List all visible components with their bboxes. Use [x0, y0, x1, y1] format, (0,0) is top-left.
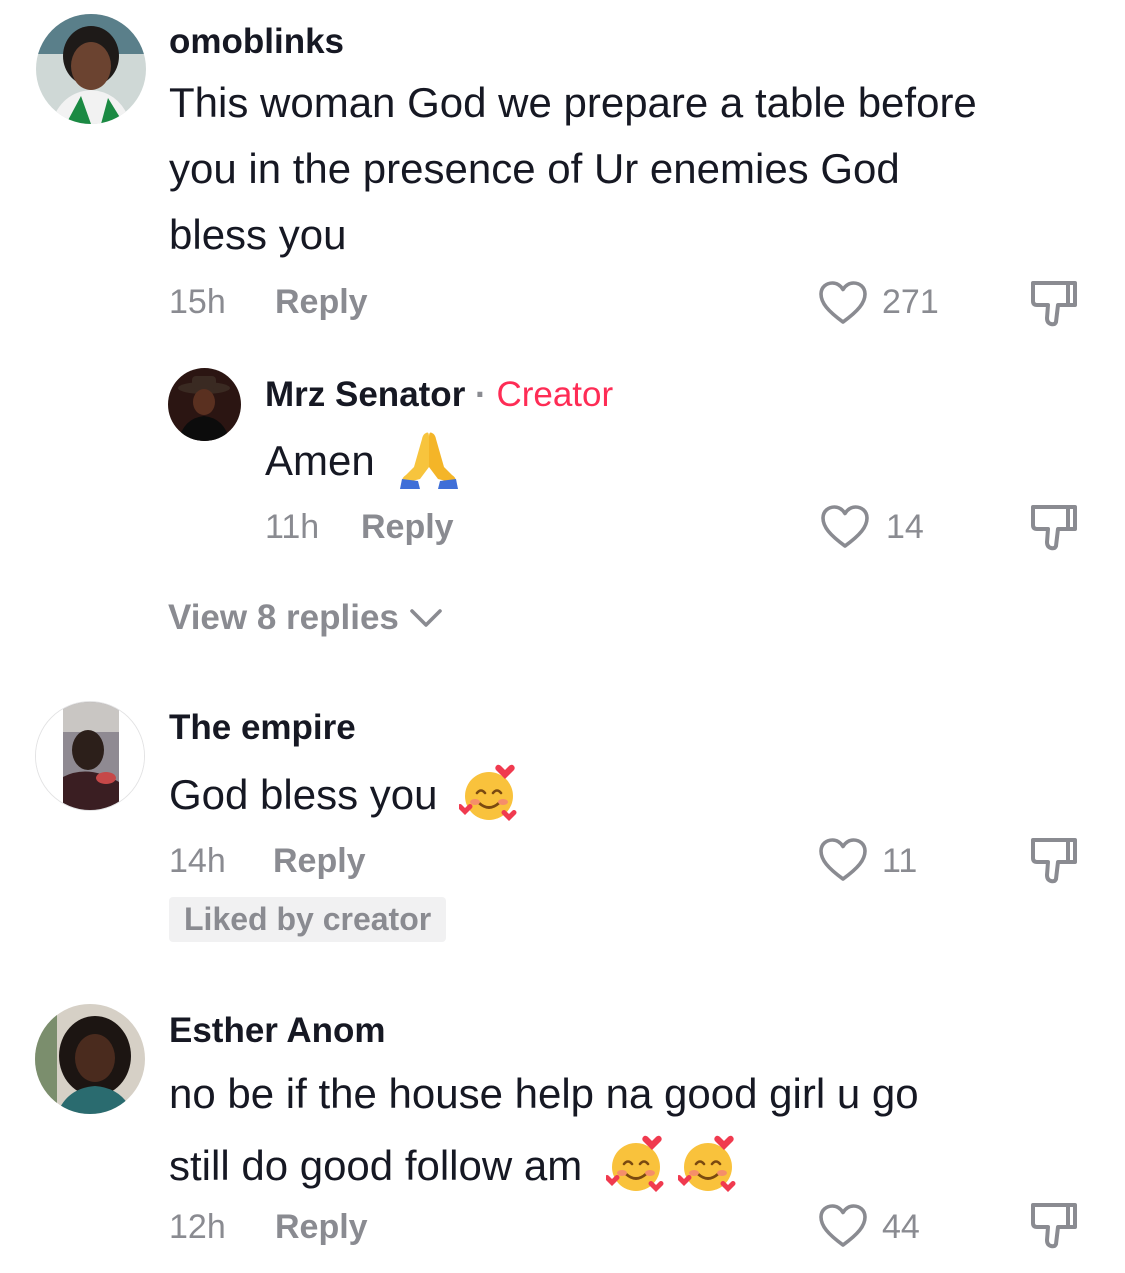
creator-badge: Creator — [496, 375, 614, 414]
comment-timestamp: 11h — [265, 508, 320, 546]
heart-icon[interactable] — [820, 504, 870, 550]
comment-timestamp: 14h — [169, 842, 226, 880]
chevron-down-icon — [410, 609, 442, 627]
like-count: 44 — [882, 1208, 920, 1246]
comment-text: Amen — [265, 428, 460, 494]
avatar[interactable] — [36, 14, 146, 124]
view-replies-button[interactable]: View 8 replies — [168, 598, 443, 638]
comment-text-line: Amen — [265, 437, 375, 484]
smiling-face-with-hearts-icon — [605, 1135, 664, 1192]
comment-username[interactable]: Esther Anom — [169, 1011, 386, 1051]
comment-timestamp: 12h — [169, 1208, 226, 1246]
reply-button[interactable]: Reply — [275, 283, 368, 322]
comment-text-line: God bless you — [169, 771, 438, 818]
comment-text: God bless you — [169, 762, 519, 828]
smiling-face-with-hearts-icon — [677, 1135, 736, 1192]
separator-dot: · — [475, 375, 487, 414]
comment-text: This woman God we prepare a table before… — [169, 70, 1109, 268]
comment-text-line-with-emoji: still do good follow am — [169, 1130, 1109, 1202]
folded-hands-icon — [400, 432, 459, 489]
like-count: 14 — [886, 508, 924, 546]
comment-username: Mrz Senator · Creator — [265, 375, 613, 415]
thumbs-down-icon[interactable] — [1028, 1200, 1080, 1250]
thumbs-down-icon[interactable] — [1028, 835, 1080, 885]
heart-icon[interactable] — [818, 837, 868, 883]
comment-text: no be if the house help na good girl u g… — [169, 1058, 1109, 1202]
avatar-person-photo-icon — [36, 702, 144, 810]
thumbs-down-icon[interactable] — [1028, 502, 1080, 552]
avatar[interactable] — [168, 368, 241, 441]
reply-button[interactable]: Reply — [273, 842, 366, 881]
comment-text-line: This woman God we prepare a table before — [169, 79, 977, 126]
comment-text-line: you in the presence of Ur enemies God — [169, 145, 900, 192]
view-replies-label: View 8 replies — [168, 598, 399, 637]
avatar-woman-hat-dark-icon — [168, 368, 241, 441]
reply-username[interactable]: Mrz Senator — [265, 375, 465, 414]
comment-text-line: bless you — [169, 211, 347, 258]
avatar-woman-green-outfit-icon — [36, 14, 146, 124]
liked-by-creator-badge: Liked by creator — [169, 897, 447, 942]
heart-icon[interactable] — [818, 1203, 868, 1249]
comment-username[interactable]: omoblinks — [169, 22, 344, 62]
avatar[interactable] — [35, 701, 145, 811]
comment-timestamp: 15h — [169, 283, 226, 321]
reply-button[interactable]: Reply — [361, 508, 454, 547]
heart-icon[interactable] — [818, 280, 868, 326]
comment-text-line: still do good follow am — [169, 1142, 583, 1189]
smiling-face-with-hearts-icon — [459, 764, 517, 821]
avatar-woman-curly-hair-icon — [35, 1004, 145, 1114]
reply-button[interactable]: Reply — [275, 1208, 368, 1247]
thumbs-down-icon[interactable] — [1028, 278, 1080, 328]
like-count: 11 — [882, 842, 918, 880]
comment-text-line: no be if the house help na good girl u g… — [169, 1070, 919, 1117]
avatar[interactable] — [35, 1004, 145, 1114]
like-count: 271 — [882, 283, 939, 321]
comment-username[interactable]: The empire — [169, 708, 356, 748]
